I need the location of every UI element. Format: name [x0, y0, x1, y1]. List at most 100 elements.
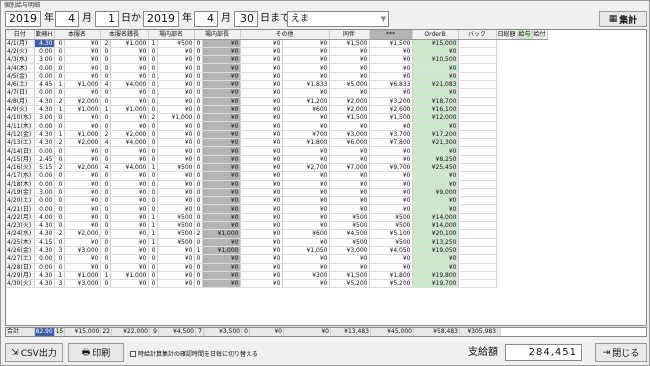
table-cell: 0 [148, 105, 158, 115]
table-cell: ¥0 [157, 263, 195, 272]
table-row[interactable]: 4/3(水) 3.00 0 ¥0 0 ¥0 0 ¥0 0 ¥0 ¥0 ¥0 ¥0 ¥0 ¥10,500 [6, 55, 547, 65]
table-cell: ¥0 [329, 72, 370, 82]
column-header[interactable]: バック [458, 30, 497, 40]
table-cell: 0 [54, 63, 65, 73]
table-row[interactable]: 4/22(月) 4.00 0 ¥0 0 ¥0 1 ¥500 0 ¥0 ¥0 ¥0 ¥500 ¥500 ¥14… [6, 213, 547, 223]
table-cell: ¥0 [240, 263, 283, 272]
table-row[interactable]: 4/6(土) 4.45 1 ¥1,000 4 ¥4,000 0 ¥0 0 ¥0 ¥0 ¥1,833 ¥5… [6, 80, 547, 90]
print-button[interactable]: 🖶 印刷 [68, 343, 124, 362]
aggregate-button[interactable]: ▦ 集計 [599, 11, 647, 27]
table-row[interactable]: 4/8(月) 4.30 2 ¥2,000 0 ¥0 0 ¥0 0 ¥0 ¥0 ¥1,200 ¥2,000… [6, 97, 547, 106]
table-row[interactable]: 4/4(木) 0.00 0 ¥0 0 ¥0 0 ¥0 0 ¥0 ¥0 ¥0 ¥0 ¥0 ¥0 [6, 63, 547, 73]
table-cell: ¥300 [282, 271, 330, 281]
table-row[interactable]: 4/5(金) 0.00 0 ¥0 0 ¥0 0 ¥0 0 ¥0 ¥0 ¥0 ¥0 ¥0 ¥0 [6, 72, 547, 82]
start-month-field[interactable]: 4 [55, 11, 79, 27]
start-day-field[interactable]: 1 [95, 11, 119, 27]
table-cell: ¥0 [64, 121, 101, 131]
table-row[interactable]: 4/10(水) 3.00 0 ¥0 0 ¥0 2 ¥1,000 0 ¥0 ¥0 ¥0 ¥1,500 ¥1,… [6, 113, 547, 123]
checkbox-box[interactable] [130, 350, 136, 357]
table-row[interactable]: 4/16(火) 5.15 2 ¥2,000 4 ¥4,000 1 ¥500 0 ¥0 ¥0 ¥2,70… [6, 163, 547, 173]
staff-select[interactable]: えま ▼ [287, 11, 389, 27]
end-month-field[interactable]: 4 [194, 11, 218, 27]
table-cell: ¥500 [369, 238, 413, 247]
table-row[interactable]: 4/20(土) 0.00 0 ¥0 0 ¥0 0 ¥0 0 ¥0 ¥0 ¥0 ¥0 ¥0 ¥0 [6, 196, 547, 206]
column-header[interactable]: 日付 [6, 30, 35, 40]
column-header[interactable]: 給与 [517, 30, 533, 40]
table-cell: ¥0 [64, 204, 101, 214]
table-cell: ¥0 [282, 155, 330, 164]
table-cell: ¥0 [412, 72, 459, 82]
column-header[interactable]: OrderB [412, 30, 459, 40]
table-row[interactable]: 4/13(土) 4.30 2 ¥2,000 4 ¥4,000 0 ¥0 0 ¥0 ¥0 ¥1,800 ¥… [6, 138, 547, 148]
table-row[interactable]: 4/19(金) 3.00 0 ¥0 0 ¥0 0 ¥0 0 ¥0 ¥0 ¥0 ¥0 ¥0 ¥9,000 [6, 188, 547, 198]
column-header[interactable]: その他 [240, 30, 330, 40]
csv-export-button[interactable]: ⇲ CSV出力 [5, 343, 63, 362]
table-row[interactable]: 4/7(日) 0.00 0 ¥0 0 ¥0 0 ¥0 0 ¥0 ¥0 ¥0 ¥0 ¥0 ¥0 [6, 88, 547, 98]
table-cell: ¥0 [240, 171, 283, 181]
table-row[interactable]: 4/25(木) 4.15 0 ¥0 0 ¥0 1 ¥500 0 ¥0 ¥0 ¥0 ¥500 ¥500 ¥13… [6, 238, 547, 247]
table-cell: 0 [148, 63, 158, 73]
table-row[interactable]: 4/27(土) 0.00 0 ¥0 0 ¥0 0 ¥0 0 ¥0 ¥0 ¥0 ¥0 ¥0 ¥0 [6, 254, 547, 264]
table-row[interactable]: 4/26(金) 4.30 3 ¥3,000 0 ¥0 0 ¥0 1 ¥1,000 ¥0 ¥1,050 ¥… [6, 246, 547, 256]
table-cell: ¥0 [157, 121, 195, 131]
table-cell: ¥1,500 [369, 113, 413, 123]
column-header[interactable]: 給付 [532, 30, 548, 40]
table-row[interactable]: 4/9(火) 4.30 1 ¥1,000 1 ¥1,000 0 ¥0 0 ¥0 ¥0 ¥600 ¥2,0… [6, 105, 547, 115]
column-header[interactable]: 本服名銭長 [100, 30, 149, 40]
column-header[interactable]: *** [369, 30, 413, 40]
table-cell: 1 [148, 163, 158, 173]
table-cell: ¥0 [412, 263, 459, 272]
table-row[interactable]: 4/2(火) 0.00 0 ¥0 0 ¥0 0 ¥0 0 ¥0 ¥0 ¥0 ¥0 ¥0 ¥0 [6, 47, 547, 57]
table-cell: 4 [100, 138, 111, 148]
table-row[interactable]: 4/15(月) 2.45 0 ¥0 0 ¥0 0 ¥0 0 ¥0 ¥0 ¥0 ¥0 ¥0 ¥8,250 [6, 155, 547, 164]
table-cell: 0 [100, 146, 111, 156]
column-header[interactable]: 同伴 [329, 30, 370, 40]
column-header[interactable]: 場内部長 [194, 30, 241, 40]
table-cell: ¥0 [64, 63, 101, 73]
table-row[interactable]: 4/14(日) 0.00 0 ¥0 0 ¥0 0 ¥0 0 ¥0 ¥0 ¥0 ¥0 ¥0 ¥0 [6, 146, 547, 156]
end-day-field[interactable]: 30 [234, 11, 258, 27]
start-year-field[interactable]: 2019 [5, 11, 41, 27]
table-cell: ¥5,100 [369, 229, 413, 239]
table-cell: ¥0 [369, 196, 413, 206]
table-cell: ¥1,000 [202, 229, 241, 239]
table-cell: 0.00 [34, 72, 55, 82]
column-header[interactable]: 勤務H [34, 30, 55, 40]
table-cell: ¥0 [240, 138, 283, 148]
table-row[interactable]: 4/18(木) 0.00 0 ¥0 0 ¥0 0 ¥0 0 ¥0 ¥0 ¥0 ¥0 ¥0 ¥0 [6, 180, 547, 189]
table-cell: 0 [148, 271, 158, 281]
daily-toggle-checkbox[interactable]: 時給計算集計の確認時間を日毎に切り替える [130, 349, 258, 358]
table-cell: ¥0 [240, 146, 283, 156]
table-cell: 0 [194, 271, 203, 281]
table-row[interactable]: 4/28(日) 0.00 0 ¥0 0 ¥0 0 ¥0 0 ¥0 ¥0 ¥0 ¥0 ¥0 ¥0 [6, 263, 547, 272]
table-cell [458, 271, 497, 281]
table-cell: ¥2,000 [64, 163, 101, 173]
close-button[interactable]: ⇥ 閉じる [595, 343, 647, 362]
table-cell: 2 [54, 138, 65, 148]
table-row[interactable]: 4/23(火) 4.30 0 ¥0 0 ¥0 1 ¥500 0 ¥0 ¥0 ¥0 ¥500 ¥500 ¥14… [6, 221, 547, 231]
table-cell: ¥2,000 [64, 229, 101, 239]
end-year-field[interactable]: 2019 [143, 11, 179, 27]
table-cell: ¥0 [202, 221, 241, 231]
table-cell: ¥4,500 [329, 229, 370, 239]
column-header[interactable]: 日総額 [496, 30, 518, 40]
table-cell: ¥0 [329, 204, 370, 214]
column-header[interactable]: 場内部名 [148, 30, 195, 40]
table-cell [458, 204, 497, 214]
table-row[interactable]: 4/21(日) 0.00 0 ¥0 0 ¥0 0 ¥0 0 ¥0 ¥0 ¥0 ¥0 ¥0 ¥0 [6, 204, 547, 214]
table-row[interactable]: 4/30(火) 4.30 3 ¥3,000 0 ¥0 0 ¥0 0 ¥0 ¥0 ¥0 ¥5,200 ¥5,… [6, 279, 547, 289]
column-header[interactable]: 本服名 [54, 30, 101, 40]
table-cell: ¥0 [329, 63, 370, 73]
table-row[interactable]: 4/11(木) 0.00 0 ¥0 0 ¥0 0 ¥0 0 ¥0 ¥0 ¥0 ¥0 ¥0 ¥0 [6, 121, 547, 131]
table-row[interactable]: 4/17(水) 0.00 0 ¥0 0 ¥0 0 ¥0 0 ¥0 ¥0 ¥0 ¥0 ¥0 ¥0 [6, 171, 547, 181]
daily-table[interactable]: 日付 勤務H 本服名 本服名銭長 場内部名 場内部長 その他 同伴 *** OrderB バック 日総… [5, 29, 647, 326]
table-row[interactable]: 4/29(月) 4.30 1 ¥1,000 1 ¥1,000 0 ¥0 0 ¥0 ¥0 ¥300 ¥1,… [6, 271, 547, 281]
table-cell: ¥0 [157, 97, 195, 106]
window-title: 個別給与明細 [4, 2, 41, 9]
table-row[interactable]: 4/12(金) 4.30 1 ¥1,000 2 ¥2,000 0 ¥0 0 ¥0 ¥0 ¥700 ¥3,… [6, 130, 547, 140]
table-cell: 4.30 [34, 138, 55, 148]
table-row[interactable]: 4/1(月) 4.30 0 ¥0 2 ¥1,000 1 ¥500 0 ¥0 ¥0 ¥0 ¥1,500 ¥1… [6, 39, 547, 48]
table-row[interactable]: 4/24(水) 4.30 2 ¥2,000 0 ¥0 1 ¥500 2 ¥1,000 ¥0 ¥600 ¥… [6, 229, 547, 239]
table-cell: ¥17,200 [412, 130, 459, 140]
table-cell: ¥0 [64, 88, 101, 98]
